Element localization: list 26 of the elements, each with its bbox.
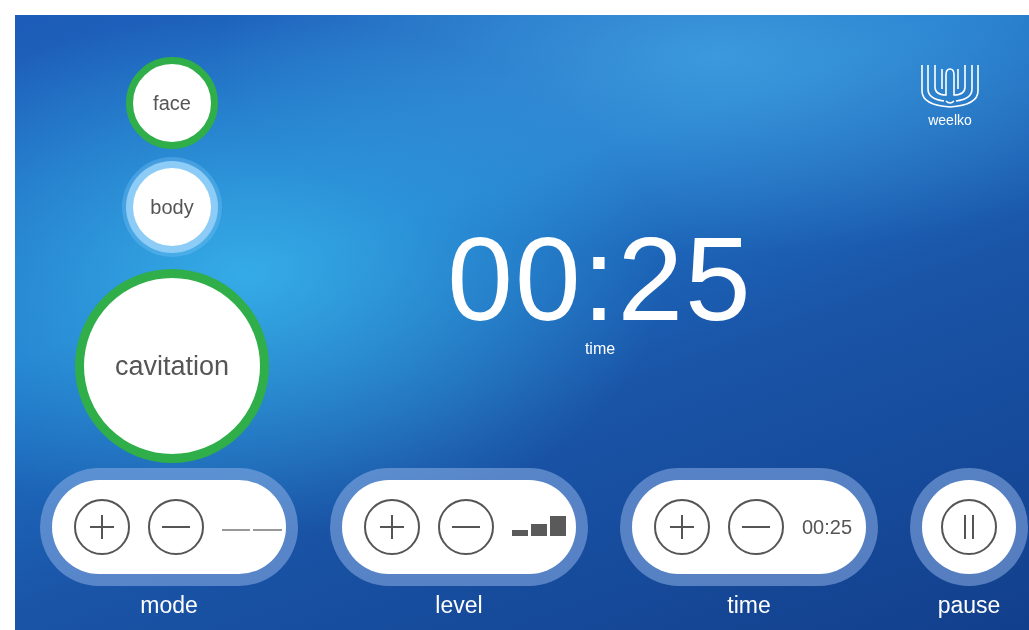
plus-icon — [88, 513, 116, 541]
pause-label: pause — [937, 592, 1001, 619]
increase-button[interactable] — [654, 499, 710, 555]
control-label: level — [435, 592, 483, 619]
decrease-button[interactable] — [148, 499, 204, 555]
program-button[interactable]: cavitation — [75, 269, 269, 463]
control-label: mode — [140, 592, 198, 619]
brand-name: weelko — [928, 112, 972, 128]
plus-icon — [668, 513, 696, 541]
minus-icon — [162, 525, 190, 529]
pause-icon — [941, 499, 997, 555]
category-button[interactable]: body — [126, 161, 218, 253]
timer-label: time — [584, 340, 616, 358]
increase-button[interactable] — [74, 499, 130, 555]
plus-icon — [378, 513, 406, 541]
pause-button[interactable] — [922, 480, 1016, 574]
time-value: 00:25 — [802, 515, 853, 538]
category-button[interactable]: face — [126, 57, 218, 149]
mode-indicator-icon — [222, 528, 282, 532]
minus-icon — [742, 525, 770, 529]
decrease-button[interactable] — [728, 499, 784, 555]
timer-value: 00:25 — [447, 220, 753, 338]
control-label: time — [727, 592, 771, 619]
increase-button[interactable] — [364, 499, 420, 555]
minus-icon — [452, 525, 480, 529]
decrease-button[interactable] — [438, 499, 494, 555]
